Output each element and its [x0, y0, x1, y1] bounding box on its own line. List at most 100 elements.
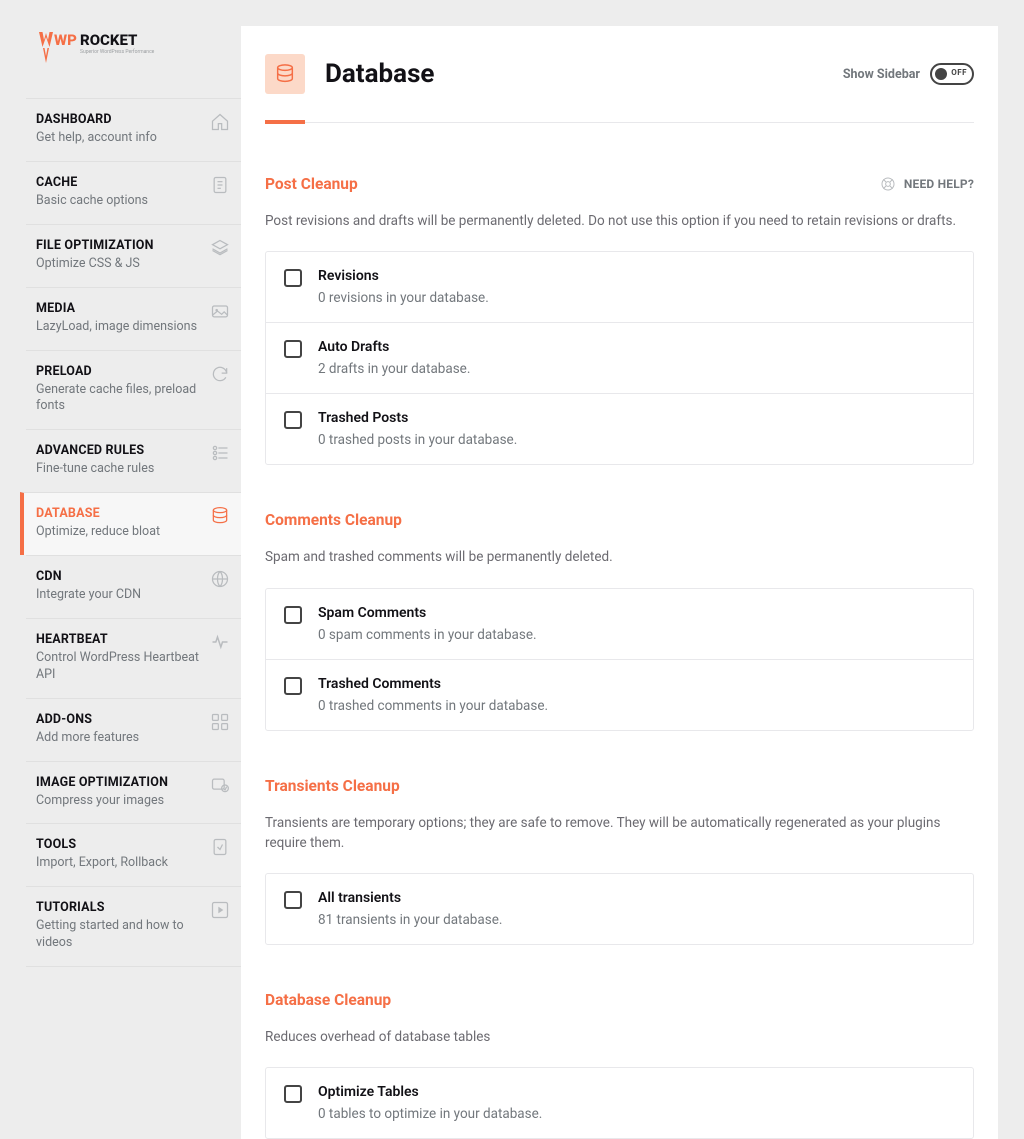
option-title: All transients: [318, 890, 502, 906]
addons-icon: [209, 711, 231, 733]
section-comments-cleanup: Comments CleanupSpam and trashed comment…: [265, 511, 974, 730]
checkbox-all-transients[interactable]: [284, 891, 302, 909]
sidebar-item-tools[interactable]: TOOLS Import, Export, Rollback: [26, 823, 241, 886]
option-optimize-tables: Optimize Tables0 tables to optimize in y…: [266, 1068, 973, 1138]
option-sub: 0 revisions in your database.: [318, 290, 489, 306]
section-database-cleanup: Database Cleanup Reduces overhead of data…: [265, 991, 974, 1139]
stack-icon: [209, 237, 231, 259]
nav-sub: Basic cache options: [36, 193, 199, 210]
sidebar-item-media[interactable]: MEDIALazyLoad, image dimensions: [26, 287, 241, 350]
nav-sub: Control WordPress Heartbeat API: [36, 650, 199, 684]
checkbox-optimize-tables[interactable]: [284, 1085, 302, 1103]
nav-title: DATABASE: [36, 506, 199, 521]
checkbox-spam-comments[interactable]: [284, 606, 302, 624]
refresh-icon: [209, 363, 231, 385]
option-sub: 0 trashed posts in your database.: [318, 432, 517, 448]
nav-sub: Optimize, reduce bloat: [36, 524, 199, 541]
sidebar-item-advanced-rules[interactable]: ADVANCED RULES Fine-tune cache rules: [26, 429, 241, 492]
section-head: Transients Cleanup: [265, 777, 974, 795]
sidebar-item-cdn[interactable]: CDN Integrate your CDN: [26, 555, 241, 618]
toggle-off-label: OFF: [951, 68, 967, 77]
section-title: Comments Cleanup: [265, 511, 974, 529]
sidebar-item-cache[interactable]: CACHE Basic cache options: [26, 161, 241, 224]
sidebar: WP ROCKET Superior WordPress Performance…: [26, 26, 241, 1139]
nav-sub: Integrate your CDN: [36, 587, 199, 604]
file-icon: [209, 174, 231, 196]
nav-title: CACHE: [36, 175, 199, 190]
svg-text:Superior WordPress Performance: Superior WordPress Performance: [80, 48, 155, 55]
nav-title: ADD-ONS: [36, 712, 199, 727]
nav-sub: Optimize CSS & JS: [36, 256, 199, 273]
sidebar-item-add-ons[interactable]: ADD-ONS Add more features: [26, 698, 241, 761]
option-title: Optimize Tables: [318, 1084, 542, 1100]
database-icon: [265, 54, 305, 94]
main: Database Show Sidebar OFF Post CleanupNE…: [241, 26, 998, 1139]
nav-title: CDN: [36, 569, 199, 584]
section-title: Post Cleanup: [265, 175, 880, 193]
sidebar-item-file-optimization[interactable]: FILE OPTIMIZATION Optimize CSS & JS: [26, 224, 241, 287]
nav-title: PRELOAD: [36, 364, 199, 379]
nav-title: DASHBOARD: [36, 112, 199, 127]
home-icon: [209, 111, 231, 133]
page-header: Database Show Sidebar OFF: [265, 54, 974, 94]
section-head: Post CleanupNEED HELP?: [265, 175, 974, 193]
option-sub: 0 spam comments in your database.: [318, 627, 537, 643]
sections-container: Post CleanupNEED HELP?Post revisions and…: [265, 175, 974, 1139]
checkbox-auto-drafts[interactable]: [284, 340, 302, 358]
app-root: WP ROCKET Superior WordPress Performance…: [0, 0, 1024, 1139]
option-sub: 2 drafts in your database.: [318, 361, 470, 377]
nav-sub: Import, Export, Rollback: [36, 855, 199, 872]
sidebar-item-heartbeat[interactable]: HEARTBEATControl WordPress Heartbeat API: [26, 618, 241, 698]
option-trashed-comments: Trashed Comments0 trashed comments in yo…: [266, 659, 973, 730]
section-title: Database Cleanup: [265, 991, 974, 1009]
section-head: Comments Cleanup: [265, 511, 974, 529]
nav-sub: Add more features: [36, 730, 199, 747]
section-head: Database Cleanup: [265, 991, 974, 1009]
section-desc: Reduces overhead of database tables: [265, 1027, 974, 1047]
nav-title: IMAGE OPTIMIZATION: [36, 775, 199, 790]
database-icon: [209, 505, 231, 527]
checkbox-trashed-posts[interactable]: [284, 411, 302, 429]
option-group: Spam Comments 0 spam comments in your dat…: [265, 588, 974, 731]
nav-sub: LazyLoad, image dimensions: [36, 319, 199, 336]
nav-title: TOOLS: [36, 837, 199, 852]
sidebar-item-preload[interactable]: PRELOAD Generate cache files, preload fon…: [26, 350, 241, 430]
sidebar-item-image-optimization[interactable]: IMAGE OPTIMIZATIONCompress your images: [26, 761, 241, 824]
media-icon: [209, 300, 231, 322]
page-title: Database: [325, 59, 823, 89]
nav-sub: Generate cache files, preload fonts: [36, 382, 199, 416]
nav-title: TUTORIALS: [36, 900, 199, 915]
option-revisions: Revisions 0 revisions in your database.: [266, 252, 973, 322]
nav-title: ADVANCED RULES: [36, 443, 199, 458]
sidebar-item-dashboard[interactable]: DASHBOARD Get help, account info: [26, 98, 241, 161]
section-transients-cleanup: Transients CleanupTransients are tempora…: [265, 777, 974, 946]
option-trashed-posts: Trashed Posts0 trashed posts in your dat…: [266, 393, 973, 464]
nav-sub: Get help, account info: [36, 130, 199, 147]
svg-text:WP: WP: [54, 31, 77, 49]
option-title: Spam Comments: [318, 605, 537, 621]
option-auto-drafts: Auto Drafts2 drafts in your database.: [266, 322, 973, 393]
help-icon: [880, 176, 896, 192]
nav-sub: Fine-tune cache rules: [36, 461, 199, 478]
sidebar-item-database[interactable]: DATABASE Optimize, reduce bloat: [20, 492, 241, 555]
nav-sub: Getting started and how to videos: [36, 918, 199, 952]
checkbox-revisions[interactable]: [284, 269, 302, 287]
option-group: Optimize Tables0 tables to optimize in y…: [265, 1067, 974, 1139]
show-sidebar-control: Show Sidebar OFF: [843, 63, 974, 85]
tools-icon: [209, 836, 231, 858]
option-group: Revisions 0 revisions in your database. Au…: [265, 251, 974, 465]
header-divider: [265, 122, 974, 123]
show-sidebar-toggle[interactable]: OFF: [930, 63, 974, 85]
need-help-link[interactable]: NEED HELP?: [880, 176, 974, 192]
nav-title: FILE OPTIMIZATION: [36, 238, 199, 253]
wp-rocket-logo: WP ROCKET Superior WordPress Performance: [36, 30, 206, 66]
show-sidebar-label: Show Sidebar: [843, 67, 920, 82]
option-all-transients: All transients 81 transients in your data…: [266, 874, 973, 944]
option-sub: 81 transients in your database.: [318, 912, 502, 928]
option-title: Revisions: [318, 268, 489, 284]
imgopt-icon: [209, 774, 231, 796]
option-group: All transients 81 transients in your data…: [265, 873, 974, 945]
sidebar-item-tutorials[interactable]: TUTORIALS Getting started and how to vide…: [26, 886, 241, 967]
svg-text:ROCKET: ROCKET: [80, 31, 138, 49]
checkbox-trashed-comments[interactable]: [284, 677, 302, 695]
